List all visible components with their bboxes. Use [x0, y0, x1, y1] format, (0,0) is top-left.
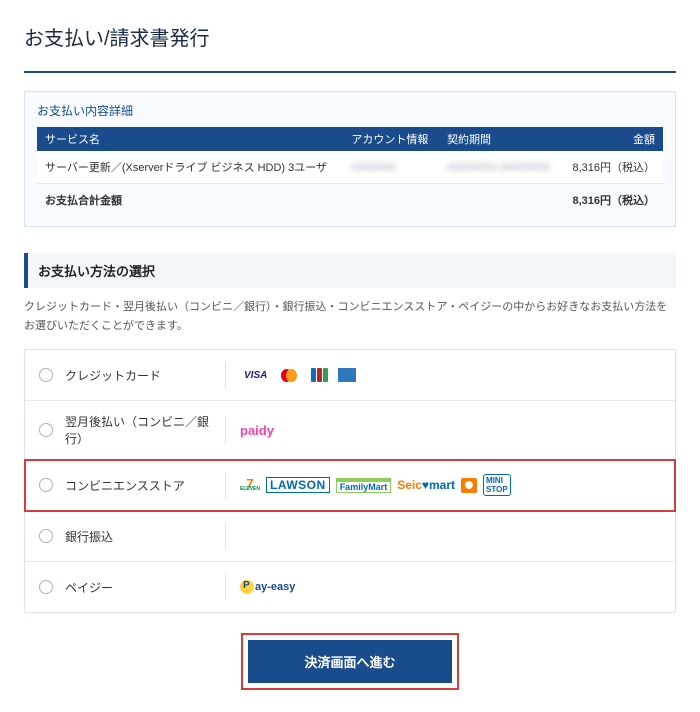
option-bank-transfer[interactable]: 銀行振込 [25, 511, 675, 562]
table-row: サーバー更新／(Xserverドライブ ビジネス HDD) 3ユーザ xxxxx… [37, 151, 663, 184]
radio-icon [39, 529, 53, 543]
option-label: ペイジー [65, 579, 225, 596]
familymart-icon: FamilyMart [336, 478, 392, 493]
mastercard-icon [277, 367, 301, 383]
total-amount: 8,316円（税込） [562, 184, 663, 217]
credit-logos: VISA [240, 367, 356, 383]
option-payeasy[interactable]: ペイジー ay-easy [25, 562, 675, 612]
divider [225, 417, 226, 443]
total-row: お支払合計金額 8,316円（税込） [37, 184, 663, 217]
proceed-button[interactable]: 決済画面へ進む [248, 640, 451, 683]
col-amount: 金額 [562, 127, 663, 151]
method-heading: お支払い方法の選択 [24, 253, 676, 288]
seven-eleven-icon: 7ELEVEN [240, 480, 260, 491]
col-account: アカウント情報 [343, 127, 439, 151]
option-label: 翌月後払い（コンビニ／銀行） [65, 413, 225, 447]
option-label: 銀行振込 [65, 528, 225, 545]
lawson-icon: LAWSON [266, 477, 330, 493]
visa-icon: VISA [240, 367, 271, 383]
radio-icon [39, 423, 53, 437]
title-rule [24, 71, 676, 73]
option-label: コンビニエンスストア [65, 477, 225, 494]
paidy-icon: paidy [240, 423, 274, 438]
total-label: お支払合計金額 [37, 184, 562, 217]
submit-highlight: 決済画面へ進む [241, 633, 458, 690]
cvs-logos: 7ELEVEN LAWSON FamilyMart Seic♥mart MINI… [240, 474, 511, 496]
cell-term: xxxx/xx/xx xxxx/xx/xx [439, 151, 562, 184]
payeasy-logos: ay-easy [240, 580, 295, 594]
seicomart-icon: Seic♥mart [397, 478, 455, 492]
payeasy-icon: ay-easy [240, 580, 295, 594]
cell-account: xxxxxxxx [343, 151, 439, 184]
cell-service: サーバー更新／(Xserverドライブ ビジネス HDD) 3ユーザ [37, 151, 343, 184]
ministop-icon: MINISTOP [483, 474, 511, 496]
option-credit-card[interactable]: クレジットカード VISA [25, 350, 675, 401]
col-service: サービス名 [37, 127, 343, 151]
cell-amount: 8,316円（税込） [562, 151, 663, 184]
detail-table: サービス名 アカウント情報 契約期間 金額 サーバー更新／(Xserverドライ… [37, 127, 663, 216]
jcb-icon [307, 367, 332, 383]
payment-detail-box: お支払い内容詳細 サービス名 アカウント情報 契約期間 金額 サーバー更新／(X… [24, 91, 676, 227]
col-term: 契約期間 [439, 127, 562, 151]
divider [225, 523, 226, 549]
daily-yamazaki-icon [461, 478, 477, 493]
amex-icon [338, 368, 356, 382]
method-desc: クレジットカード・翌月後払い（コンビニ／銀行）・銀行振込・コンビニエンスストア・… [24, 298, 676, 335]
page-title: お支払い/請求書発行 [24, 22, 676, 59]
radio-icon [39, 368, 53, 382]
option-deferred[interactable]: 翌月後払い（コンビニ／銀行） paidy [25, 401, 675, 460]
radio-icon [39, 580, 53, 594]
divider [225, 362, 226, 388]
radio-icon [39, 478, 53, 492]
option-label: クレジットカード [65, 367, 225, 384]
deferred-logos: paidy [240, 423, 274, 438]
divider [225, 574, 226, 600]
option-convenience-store[interactable]: コンビニエンスストア 7ELEVEN LAWSON FamilyMart Sei… [25, 460, 675, 511]
detail-heading: お支払い内容詳細 [37, 102, 663, 119]
divider [225, 472, 226, 498]
